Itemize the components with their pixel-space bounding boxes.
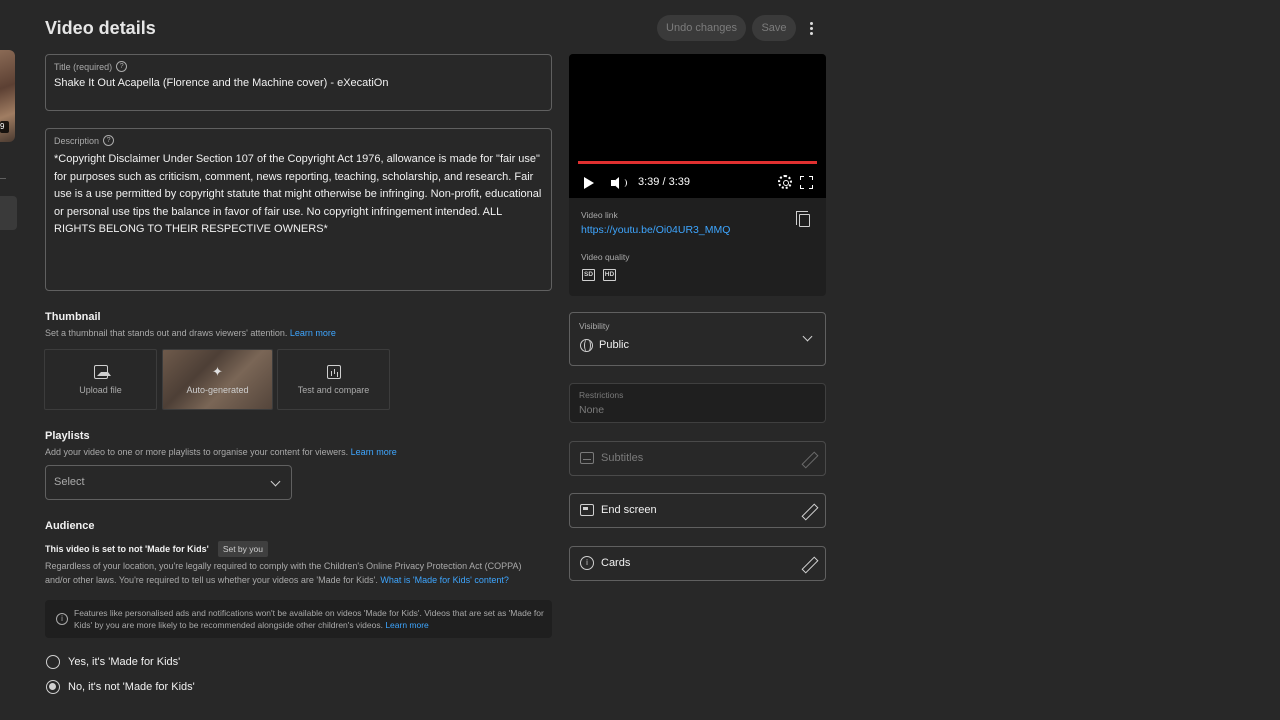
visibility-value: Public <box>599 339 629 351</box>
volume-icon[interactable] <box>611 177 627 189</box>
restrictions-label: Restrictions <box>579 390 624 400</box>
video-player[interactable]: 3:39 / 3:39 <box>569 54 826 198</box>
restrictions-value: None <box>579 404 605 416</box>
edit-pencil-icon[interactable] <box>802 557 816 571</box>
radio-made-for-kids-no[interactable]: No, it's not 'Made for Kids' <box>46 680 195 694</box>
playlist-select[interactable]: Select <box>45 465 292 500</box>
help-icon[interactable]: ? <box>116 61 128 72</box>
info-box: i Features like personalised ads and not… <box>45 600 552 638</box>
video-preview-card: 3:39 / 3:39 Video link https://youtu.be/… <box>569 54 826 296</box>
subtitles-button[interactable]: Subtitles <box>569 441 826 476</box>
progress-bar[interactable] <box>578 161 817 164</box>
thumbnail-heading: Thumbnail <box>45 311 101 323</box>
thumbnail-subtitle: Set a thumbnail that stands out and draw… <box>45 328 336 338</box>
info-icon: i <box>56 613 68 625</box>
rail-active-item[interactable] <box>0 196 17 230</box>
upload-file-button[interactable]: Upload file <box>44 349 157 410</box>
play-icon[interactable] <box>584 177 594 189</box>
edit-pencil-icon[interactable] <box>802 504 816 518</box>
cards-label: Cards <box>601 557 631 569</box>
set-by-you-badge: Set by you <box>217 541 268 557</box>
coppa-notice: Regardless of your location, you're lega… <box>45 561 522 585</box>
save-button[interactable]: Save <box>752 15 796 41</box>
visibility-label: Visibility <box>579 321 610 331</box>
playlists-learn-more-link[interactable]: Learn more <box>351 447 397 457</box>
made-for-kids-status: This video is set to not 'Made for Kids'… <box>45 541 268 557</box>
made-for-kids-link[interactable]: What is 'Made for Kids' content? <box>380 575 509 585</box>
cards-info-icon: i <box>580 556 594 570</box>
video-link-label: Video link <box>581 210 618 220</box>
restrictions-field: Restrictions None <box>569 383 826 423</box>
video-quality-label: Video quality <box>581 252 630 262</box>
description-label: Description <box>54 135 100 146</box>
description-input[interactable]: *Copyright Disclaimer Under Section 107 … <box>54 151 544 239</box>
radio-button[interactable] <box>46 655 60 669</box>
end-screen-label: End screen <box>601 504 657 516</box>
hd-badge: HD <box>603 269 616 281</box>
edit-pencil-icon[interactable] <box>802 452 816 466</box>
chevron-down-icon <box>270 476 281 487</box>
duration-badge: 9 <box>0 121 9 133</box>
image-upload-icon <box>93 364 111 379</box>
playlists-heading: Playlists <box>45 430 90 442</box>
player-controls: 3:39 / 3:39 <box>578 174 818 192</box>
description-field[interactable]: Description ? *Copyright Disclaimer Unde… <box>45 128 552 291</box>
chevron-down-icon <box>802 331 813 342</box>
radio-made-for-kids-yes[interactable]: Yes, it's 'Made for Kids' <box>46 655 180 669</box>
title-input[interactable]: Shake It Out Acapella (Florence and the … <box>54 77 388 89</box>
subtitles-label: Subtitles <box>601 452 644 464</box>
time-display: 3:39 / 3:39 <box>638 176 690 188</box>
sparkle-icon: ✦ <box>212 363 223 379</box>
title-label: Title (required) <box>54 61 113 72</box>
visibility-select[interactable]: Visibility Public <box>569 312 826 366</box>
settings-gear-icon[interactable] <box>778 175 792 189</box>
test-and-compare-button[interactable]: Test and compare <box>277 349 390 410</box>
playlists-subtitle: Add your video to one or more playlists … <box>45 447 397 457</box>
audience-heading: Audience <box>45 520 95 532</box>
more-options-icon[interactable] <box>802 18 820 38</box>
sd-badge: SD <box>582 269 595 281</box>
chart-icon <box>326 364 341 379</box>
globe-icon <box>580 339 593 352</box>
fullscreen-icon[interactable] <box>800 176 813 189</box>
end-screen-button[interactable]: End screen <box>569 493 826 528</box>
thumbnail-learn-more-link[interactable]: Learn more <box>290 328 336 338</box>
help-icon[interactable]: ? <box>103 135 115 146</box>
undo-changes-button[interactable]: Undo changes <box>657 15 746 41</box>
radio-button-selected[interactable] <box>46 680 60 694</box>
rail-divider <box>0 178 6 179</box>
cards-button[interactable]: i Cards <box>569 546 826 581</box>
auto-generated-thumbnail[interactable]: ✦ Auto-generated <box>162 349 273 410</box>
info-learn-more-link[interactable]: Learn more <box>385 620 428 630</box>
subtitles-icon <box>580 452 594 464</box>
end-screen-icon <box>580 504 594 516</box>
video-link[interactable]: https://youtu.be/Oi04UR3_MMQ <box>581 224 730 236</box>
page-title: Video details <box>45 18 156 38</box>
copy-icon[interactable] <box>796 211 810 227</box>
title-field[interactable]: Title (required) ? Shake It Out Acapella… <box>45 54 552 111</box>
left-rail: 9 <box>0 0 17 720</box>
